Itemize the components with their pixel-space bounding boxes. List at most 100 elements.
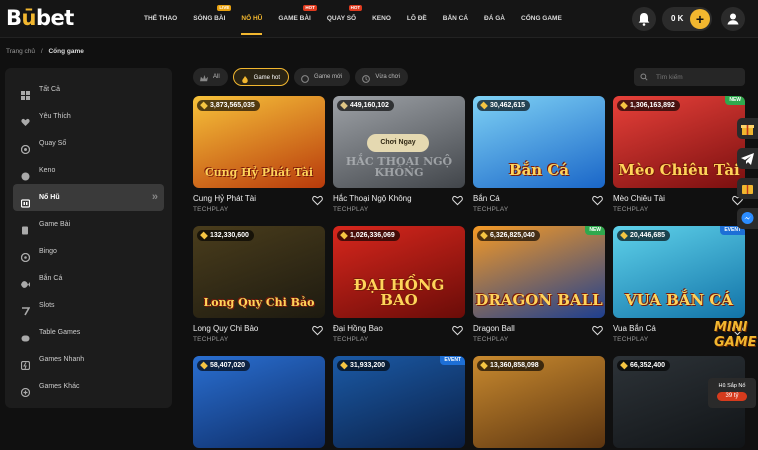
new-icon: [301, 73, 309, 83]
game-art-title: HẮC THOẠI NGỘ KHÔNG: [345, 155, 453, 179]
sidebar-item-keno[interactable]: Keno: [13, 157, 164, 184]
filter-game-moi[interactable]: Game mới: [294, 68, 351, 86]
game-art-title: DRAGON BALL: [475, 291, 603, 309]
sidebar-item-no-hu[interactable]: Nổ Hũ »: [13, 184, 164, 211]
sidebar-item-games-nhanh[interactable]: Games Nhanh: [13, 346, 164, 373]
nav-cong-game[interactable]: CỔNG GAME: [513, 0, 570, 38]
game-card[interactable]: 3,873,565,035 Cung Hỷ Phát Tài Cung Hỷ Phá…: [193, 96, 325, 213]
sidebar-item-ban-ca[interactable]: Bắn Cá: [13, 265, 164, 292]
nav-song-bai[interactable]: SÒNG BÀI LIVE: [185, 0, 233, 38]
bubet-logo[interactable]: Būbet: [6, 6, 74, 30]
nav-quay-so[interactable]: QUAY SỐ HOT: [319, 0, 364, 38]
nav-ban-ca[interactable]: BẮN CÁ: [435, 0, 476, 38]
game-art-title: VUA BẮN CÁ: [625, 291, 733, 309]
nav-label: CỔNG GAME: [521, 15, 562, 22]
game-card[interactable]: 58,407,020: [193, 356, 325, 448]
breadcrumb: Trang chủ / Cổng game: [6, 48, 84, 55]
sidebar-item-label: Bắn Cá: [39, 275, 63, 282]
jackpot-counter: 1,306,163,892: [617, 100, 680, 111]
notification-button[interactable]: [632, 7, 656, 31]
game-title: Long Quy Chi Bảo: [193, 324, 259, 333]
game-card[interactable]: 13,360,858,098: [473, 356, 605, 448]
game-art-title: ĐẠI HỒNG BAO: [353, 276, 445, 309]
gift-box-icon: [742, 185, 753, 194]
sidebar-item-slots[interactable]: Slots: [13, 292, 164, 319]
game-card[interactable]: 30,462,615 Bắn Cá Bắn Cá TECHPLAY: [473, 96, 605, 213]
game-thumbnail[interactable]: 30,462,615 Bắn Cá: [473, 96, 605, 188]
sidebar-item-label: Games Khác: [39, 383, 80, 390]
game-thumbnail[interactable]: 449,160,102 HẮC THOẠI NGỘ KHÔNG Chơi Ngay: [333, 96, 465, 188]
sidebar-item-table-games[interactable]: Table Games: [13, 319, 164, 346]
game-thumbnail[interactable]: 1,026,336,069 ĐẠI HỒNG BAO: [333, 226, 465, 318]
sidebar-item-games-khac[interactable]: Games Khác: [13, 373, 164, 400]
nav-lo-de[interactable]: LÔ ĐỀ: [399, 0, 435, 38]
sidebar-item-tat-ca[interactable]: Tất Cả: [13, 76, 164, 103]
game-title: Hắc Thoại Ngộ Không: [333, 194, 412, 203]
sidebar-item-bingo[interactable]: Bingo: [13, 238, 164, 265]
jackpot-counter: 31,933,200: [337, 360, 391, 371]
sidebar-item-label: Keno: [39, 167, 56, 174]
favorite-heart-icon[interactable]: [312, 323, 323, 336]
game-title: Đại Hồng Bao: [333, 324, 383, 333]
game-card[interactable]: 449,160,102 HẮC THOẠI NGỘ KHÔNG Chơi Ngay H…: [333, 96, 465, 213]
nav-label: THỂ THAO: [144, 15, 178, 22]
game-badge: EVENT: [440, 356, 465, 365]
gift-icon: [741, 125, 754, 135]
sidebar-item-label: Bingo: [39, 248, 57, 255]
search-input[interactable]: [634, 68, 745, 86]
mini-game-logo[interactable]: MINI GAME: [714, 320, 758, 350]
filter-vua-choi[interactable]: Vừa chơi: [355, 68, 408, 86]
game-thumbnail[interactable]: 13,360,858,098: [473, 356, 605, 448]
float-promo-button[interactable]: [737, 178, 758, 199]
jackpot-counter: 20,446,685: [617, 230, 671, 241]
game-thumbnail[interactable]: 3,873,565,035 Cung Hỷ Phát Tài: [193, 96, 325, 188]
sidebar-item-label: Nổ Hũ: [39, 194, 60, 201]
float-messenger-button[interactable]: [737, 208, 758, 229]
nav-badge: LIVE: [217, 5, 232, 11]
nav-da-ga[interactable]: ĐÁ GÀ: [476, 0, 513, 38]
nav-no-hu[interactable]: NỔ HŨ: [233, 0, 270, 38]
favorite-heart-icon[interactable]: [312, 193, 323, 206]
game-thumbnail[interactable]: 6,326,825,040 NEW DRAGON BALL: [473, 226, 605, 318]
favorite-heart-icon[interactable]: [592, 323, 603, 336]
game-card[interactable]: 6,326,825,040 NEW DRAGON BALL Dragon Ball TE…: [473, 226, 605, 343]
game-card[interactable]: 31,933,200 EVENT: [333, 356, 465, 448]
nav-game-bai[interactable]: GAME BÀI HOT: [270, 0, 319, 38]
nav-label: GAME BÀI: [278, 15, 311, 22]
sidebar-item-game-bai[interactable]: Game Bài: [13, 211, 164, 238]
game-card[interactable]: 1,026,336,069 ĐẠI HỒNG BAO Đại Hồng Bao TEC…: [333, 226, 465, 343]
deposit-button[interactable]: +: [690, 9, 710, 29]
game-card[interactable]: 1,306,163,892 NEW Mèo Chiêu Tài Mèo Chiêu T…: [613, 96, 745, 213]
game-thumbnail[interactable]: 31,933,200 EVENT: [333, 356, 465, 448]
nav-keno[interactable]: KENO: [364, 0, 399, 38]
breadcrumb-current: Cổng game: [48, 48, 84, 55]
wallet-balance[interactable]: 0 K +: [662, 7, 712, 31]
play-now-button[interactable]: Chơi Ngay: [367, 134, 429, 152]
jackpot-near-banner[interactable]: Hũ Sắp Nổ 39 tỷ: [708, 378, 756, 408]
game-thumbnail[interactable]: 132,330,600 Long Quy Chi Bảo: [193, 226, 325, 318]
game-thumbnail[interactable]: 20,446,685 EVENT VUA BẮN CÁ: [613, 226, 745, 318]
jackpot-near-value: 39 tỷ: [717, 392, 747, 401]
game-provider: TECHPLAY: [333, 206, 369, 213]
wallet-amount: 0 K: [671, 14, 684, 23]
breadcrumb-home[interactable]: Trang chủ: [6, 48, 35, 55]
float-gift-button[interactable]: [737, 118, 758, 139]
game-card[interactable]: 132,330,600 Long Quy Chi Bảo Long Quy Chi …: [193, 226, 325, 343]
game-thumbnail[interactable]: 58,407,020: [193, 356, 325, 448]
favorite-heart-icon[interactable]: [452, 193, 463, 206]
sidebar-item-quay-so[interactable]: Quay Số: [13, 130, 164, 157]
favorite-heart-icon[interactable]: [452, 323, 463, 336]
user-menu-button[interactable]: [721, 7, 745, 31]
sidebar-item-label: Quay Số: [39, 140, 67, 147]
sidebar-item-yeu-thich[interactable]: Yêu Thích: [13, 103, 164, 130]
favorite-heart-icon[interactable]: [592, 193, 603, 206]
breadcrumb-separator: /: [40, 48, 43, 55]
game-thumbnail[interactable]: 1,306,163,892 NEW Mèo Chiêu Tài: [613, 96, 745, 188]
jackpot-counter: 3,873,565,035: [197, 100, 260, 111]
filter-game-hot[interactable]: Game hot: [232, 68, 290, 86]
nav-the-thao[interactable]: THỂ THAO: [136, 0, 185, 38]
float-telegram-button[interactable]: [737, 148, 758, 169]
filter-all[interactable]: All: [193, 68, 228, 86]
jackpot-counter: 449,160,102: [337, 100, 394, 111]
nav-label: BẮN CÁ: [442, 15, 469, 22]
